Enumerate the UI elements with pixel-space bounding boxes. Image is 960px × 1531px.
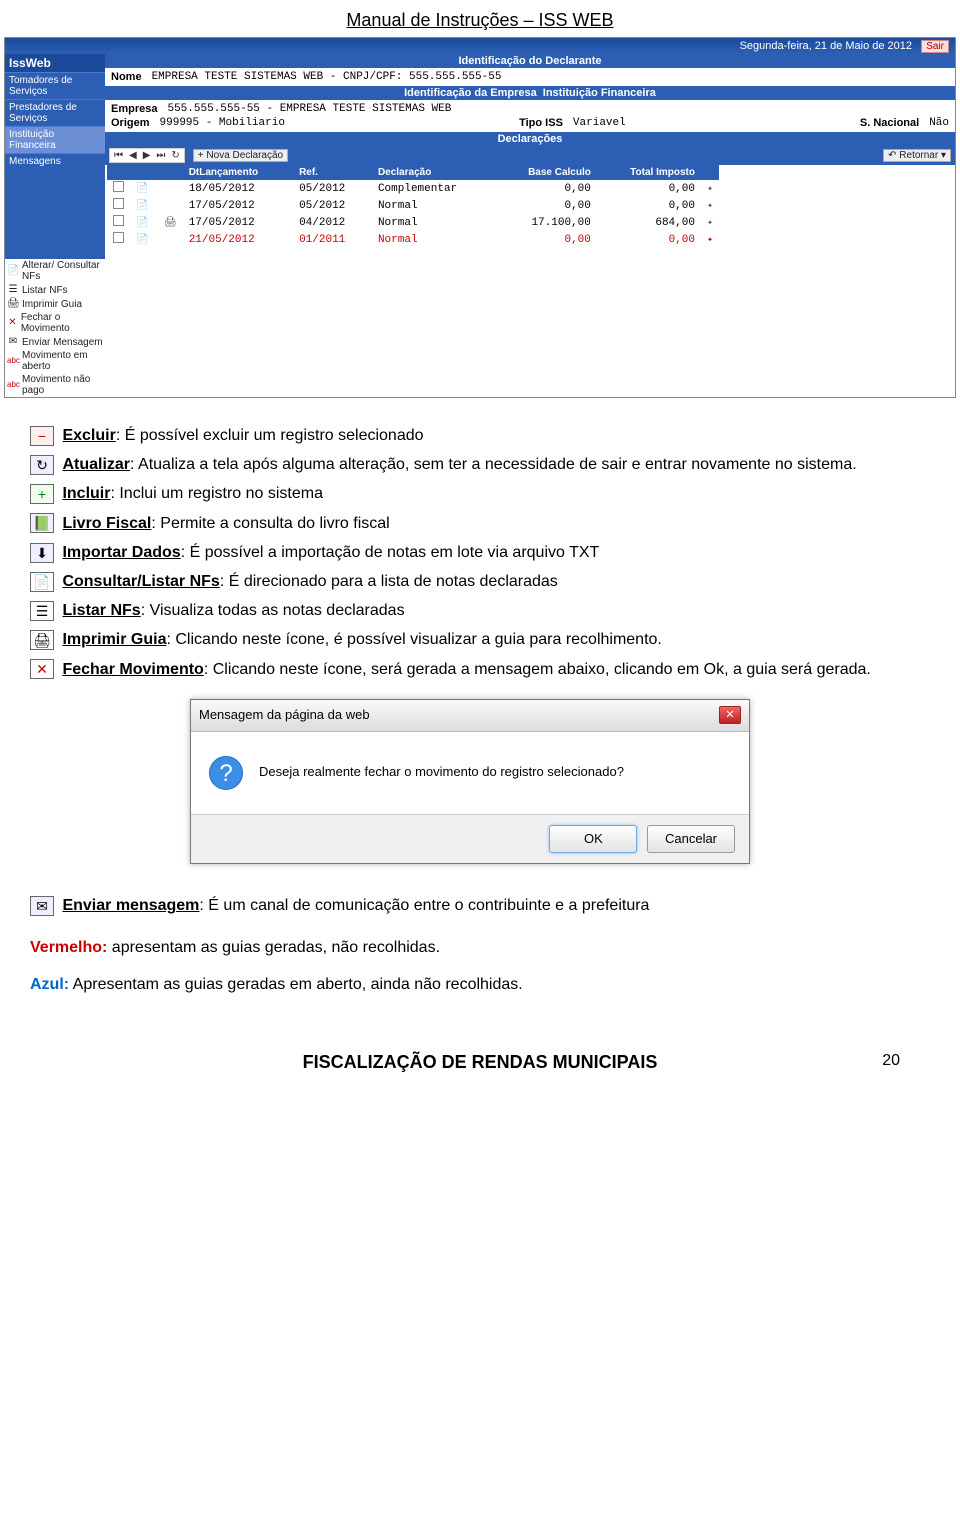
table-row[interactable]: 📄 🖨 17/05/201204/2012Normal 17.100,00684… (107, 214, 719, 231)
document-header: Manual de Instruções – ISS WEB (0, 10, 960, 31)
col-base: Base Calculo (496, 165, 597, 180)
import-icon: ⬇ (30, 543, 54, 563)
nome-label: Nome (111, 71, 142, 83)
azul-label: Azul: (30, 976, 69, 993)
table-row[interactable]: 📄 17/05/201205/2012Normal 0,000,00 ✦ (107, 197, 719, 214)
nome-value: EMPRESA TESTE SISTEMAS WEB - CNPJ/CPF: 5… (152, 71, 502, 83)
tipoiss-label: Tipo ISS (519, 117, 563, 129)
sidebar-item[interactable]: Tomadores de Serviços (5, 72, 105, 99)
vermelho-label: Vermelho: (30, 939, 107, 956)
declaracoes-toolbar: ⏮ ◀ ▶ ⏭ ↻ + Nova Declaração ↶ Retornar ▾ (105, 146, 955, 165)
dialog-titlebar: Mensagem da página da web ✕ (191, 700, 749, 732)
document-footer: FISCALIZAÇÃO DE RENDAS MUNICIPAIS 20 (0, 1052, 960, 1073)
doc-icon: 📄 (7, 265, 19, 277)
dropdown-icon: ▾ (941, 150, 946, 161)
section-ident-declarante: Identificação do Declarante (105, 54, 955, 68)
origem-value: 999995 - Mobiliario (160, 117, 285, 129)
abc-icon: abc (7, 379, 19, 391)
topbar-date: Segunda-feira, 21 de Maio de 2012 (740, 40, 912, 52)
col-total: Total Imposto (597, 165, 701, 180)
row-checkbox[interactable] (113, 215, 124, 226)
empresa-value: 555.555.555-55 - EMPRESA TESTE SISTEMAS … (167, 103, 451, 115)
sb-fechar[interactable]: ✕Fechar o Movimento (5, 311, 105, 335)
doc-icon: 📄 (30, 572, 54, 592)
row-doc-icon[interactable]: 📄 (130, 231, 158, 248)
dialog-title: Mensagem da página da web (199, 706, 370, 725)
next-icon[interactable]: ▶ (143, 150, 151, 161)
sb-mov-naopago[interactable]: abcMovimento não pago (5, 373, 105, 397)
row-checkbox[interactable] (113, 181, 124, 192)
sidebar-bottom: 📄Alterar/ Consultar NFs ☰Listar NFs 🖨Imp… (5, 259, 105, 397)
return-icon: ↶ (888, 150, 896, 161)
print-icon: 🖨 (30, 630, 54, 650)
col-dtlanc: DtLançamento (183, 165, 293, 180)
section-ident-empresa: Identificação da Empresa Instituição Fin… (105, 86, 955, 100)
snac-label: S. Nacional (860, 117, 919, 129)
col-decl: Declaração (372, 165, 496, 180)
minus-icon: − (30, 426, 54, 446)
table-row[interactable]: 📄 21/05/201201/2011Normal 0,000,00 ✦ (107, 231, 719, 248)
dialog-cancel-button[interactable]: Cancelar (647, 825, 735, 854)
sidebar-brand: IssWeb (5, 54, 105, 72)
instituicao-pill[interactable]: Instituição Financeira (543, 87, 656, 99)
sidebar: IssWeb Tomadores de Serviços Prestadores… (5, 54, 105, 397)
row-action-icon[interactable]: ✦ (701, 180, 719, 197)
question-icon: ? (209, 756, 243, 790)
confirm-dialog: Mensagem da página da web ✕ ? Deseja rea… (190, 699, 750, 865)
close-icon: ✕ (7, 317, 18, 329)
page-number: 20 (882, 1052, 900, 1070)
book-icon: 📗 (30, 513, 54, 533)
abc-icon: abc (7, 355, 19, 367)
main-panel: Identificação do Declarante Nome EMPRESA… (105, 54, 955, 397)
refresh-icon[interactable]: ↻ (171, 150, 179, 161)
section-declaracoes: Declarações (105, 132, 955, 146)
sb-alterar-consultar[interactable]: 📄Alterar/ Consultar NFs (5, 259, 105, 283)
sidebar-item[interactable]: Prestadores de Serviços (5, 99, 105, 126)
sidebar-item[interactable]: Mensagens (5, 153, 105, 169)
exit-button[interactable]: Sair (921, 40, 949, 53)
first-icon[interactable]: ⏮ (114, 150, 123, 161)
sidebar-item[interactable]: Instituição Financeira (5, 126, 105, 153)
close-x-icon: ✕ (30, 659, 54, 679)
dialog-message: Deseja realmente fechar o movimento do r… (259, 763, 624, 782)
sb-listar[interactable]: ☰Listar NFs (5, 283, 105, 297)
tipoiss-value: Variavel (573, 117, 626, 129)
dialog-close-button[interactable]: ✕ (719, 706, 741, 724)
row-checkbox[interactable] (113, 232, 124, 243)
app-topbar: Segunda-feira, 21 de Maio de 2012 Sair (5, 38, 955, 54)
list-icon: ☰ (7, 284, 19, 296)
row-print-icon[interactable]: 🖨 (158, 214, 183, 231)
row-doc-icon[interactable]: 📄 (130, 197, 158, 214)
mail-icon: ✉ (7, 336, 19, 348)
prev-icon[interactable]: ◀ (129, 150, 137, 161)
row-doc-icon[interactable]: 📄 (130, 180, 158, 197)
mail-icon: ✉ (30, 896, 54, 916)
plus-icon: + (30, 484, 54, 504)
table-header-row: DtLançamento Ref. Declaração Base Calcul… (107, 165, 719, 180)
dialog-ok-button[interactable]: OK (549, 825, 637, 854)
row-checkbox[interactable] (113, 198, 124, 209)
row-action-icon[interactable]: ✦ (701, 231, 719, 248)
sb-imprimir[interactable]: 🖨Imprimir Guia (5, 297, 105, 311)
app-frame: Segunda-feira, 21 de Maio de 2012 Sair I… (4, 37, 956, 398)
nav-buttons: ⏮ ◀ ▶ ⏭ ↻ (109, 148, 185, 163)
refresh-icon: ↻ (30, 455, 54, 475)
col-ref: Ref. (293, 165, 372, 180)
row-action-icon[interactable]: ✦ (701, 214, 719, 231)
table-row[interactable]: 📄 18/05/201205/2012Complementar 0,000,00… (107, 180, 719, 197)
last-icon[interactable]: ⏭ (156, 150, 165, 161)
print-icon: 🖨 (7, 298, 19, 310)
row-action-icon[interactable]: ✦ (701, 197, 719, 214)
empresa-label: Empresa (111, 103, 157, 115)
origem-label: Origem (111, 117, 150, 129)
list-icon: ☰ (30, 601, 54, 621)
new-declaration-button[interactable]: + Nova Declaração (193, 149, 288, 162)
document-body: − Excluir: É possível excluir um registr… (0, 398, 960, 1022)
return-button[interactable]: ↶ Retornar ▾ (883, 149, 951, 162)
sb-enviar[interactable]: ✉Enviar Mensagem (5, 335, 105, 349)
sb-mov-aberto[interactable]: abcMovimento em aberto (5, 349, 105, 373)
declarations-table: DtLançamento Ref. Declaração Base Calcul… (107, 165, 719, 248)
row-doc-icon[interactable]: 📄 (130, 214, 158, 231)
snac-value: Não (929, 117, 949, 129)
